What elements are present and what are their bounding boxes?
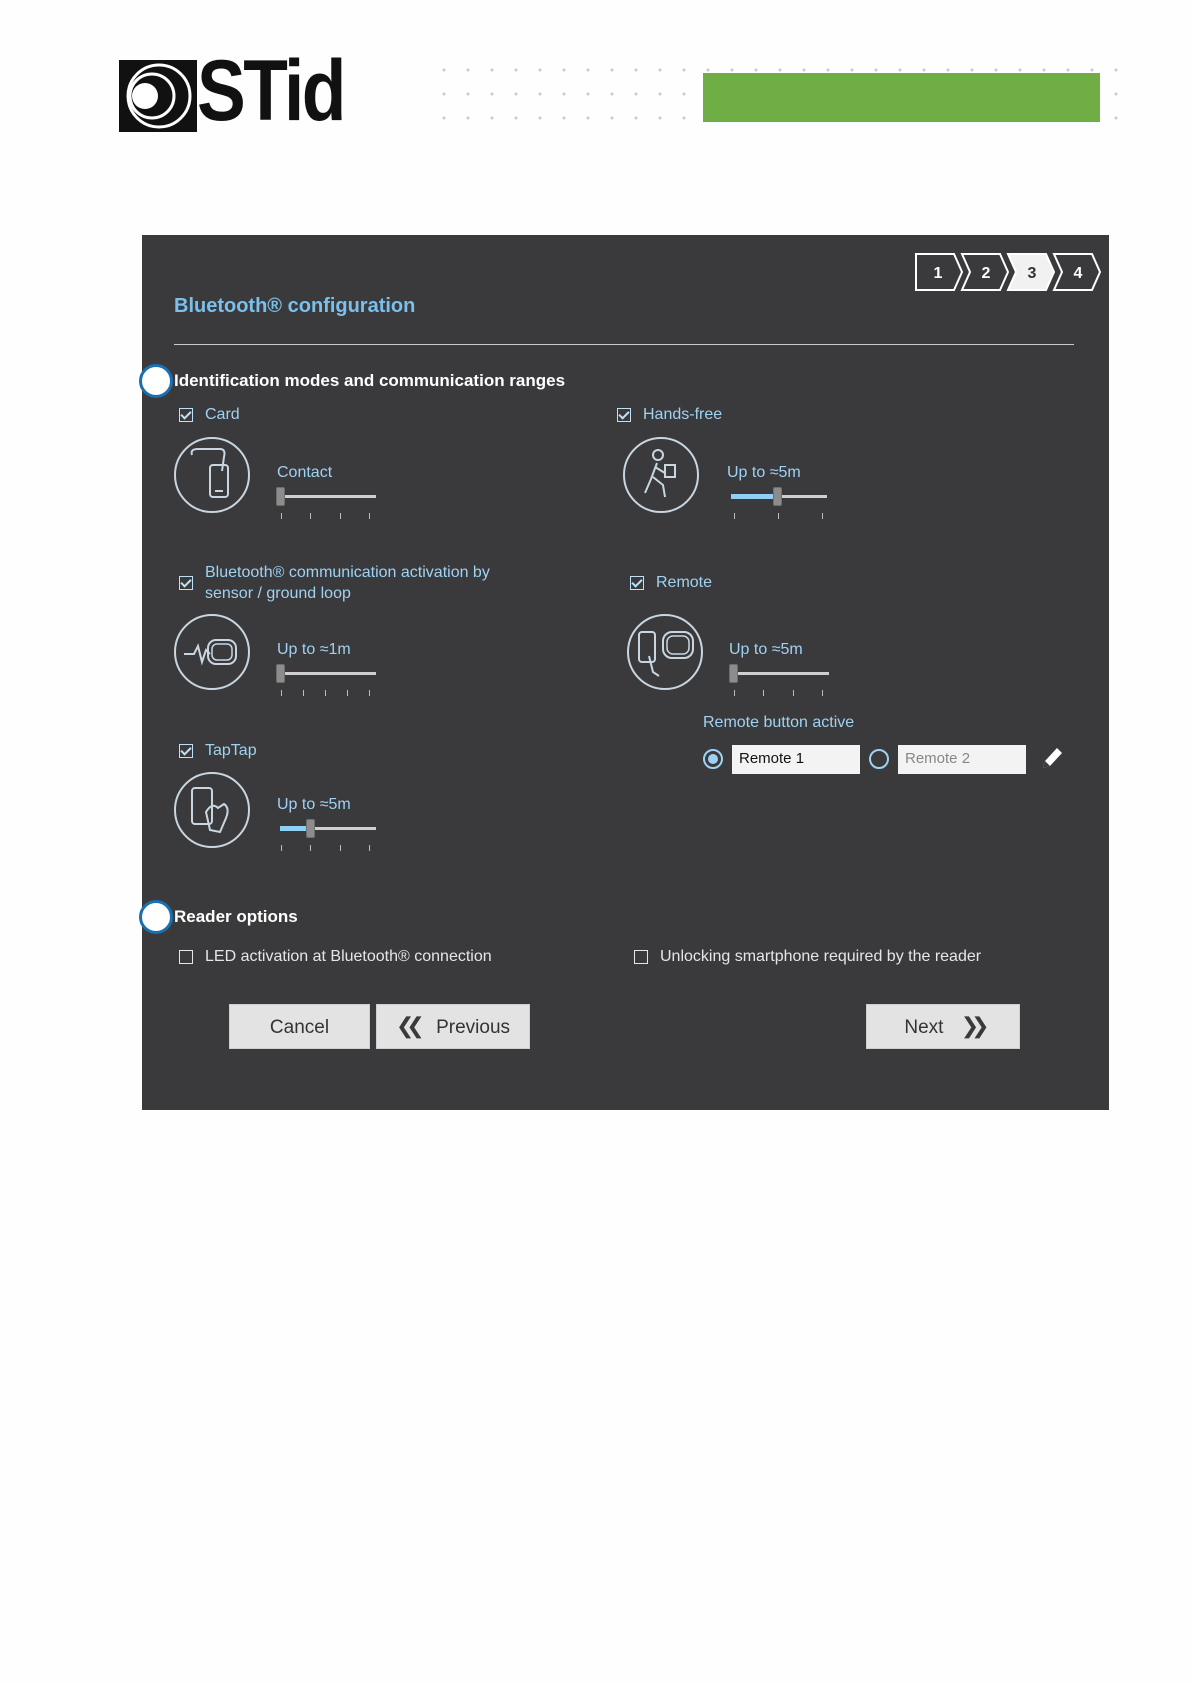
card-range-slider[interactable] — [276, 486, 380, 522]
card-label: Card — [205, 406, 240, 423]
unlock-smartphone-label: Unlocking smartphone required by the rea… — [660, 948, 982, 965]
remote-range-label: Up to ≈5m — [729, 641, 803, 658]
step-1-label: 1 — [934, 265, 943, 282]
section-title-reader-options: Reader options — [174, 907, 298, 926]
sensor-range-slider[interactable] — [276, 663, 380, 699]
section-marker-reader-options — [139, 900, 173, 934]
taptap-range-label: Up to ≈5m — [277, 796, 351, 813]
sensor-label-line1: Bluetooth® communication activation by — [205, 564, 490, 581]
header-accent-bar — [703, 73, 1100, 122]
sensor-label: Bluetooth® communication activation by s… — [205, 563, 535, 605]
remote-phone-icon — [627, 614, 703, 690]
step-2-label: 2 — [982, 265, 991, 282]
stid-logo: STid — [119, 48, 359, 136]
step-3-label: 3 — [1028, 265, 1037, 282]
remote2-radio[interactable] — [869, 749, 889, 769]
cancel-button[interactable]: Cancel — [229, 1004, 370, 1049]
handsfree-range-label: Up to ≈5m — [727, 464, 801, 481]
remote1-radio[interactable] — [703, 749, 723, 769]
card-phone-icon — [174, 437, 250, 513]
led-activation-checkbox[interactable] — [179, 950, 193, 964]
handsfree-range-slider[interactable] — [727, 486, 831, 522]
slider-thumb[interactable] — [306, 819, 315, 838]
slider-thumb[interactable] — [276, 664, 285, 683]
walking-person-icon — [623, 437, 699, 513]
logo-wordmark: STid — [197, 43, 346, 139]
handsfree-label: Hands-free — [643, 406, 723, 423]
page-title: Bluetooth® configuration — [174, 295, 416, 317]
hand-tap-icon — [174, 772, 250, 848]
card-range-label: Contact — [277, 464, 333, 481]
wizard-step-indicator: 1 2 3 4 — [915, 253, 1102, 291]
cancel-button-label: Cancel — [269, 1017, 330, 1038]
unlock-smartphone-checkbox[interactable] — [634, 950, 648, 964]
taptap-label: TapTap — [205, 742, 257, 759]
remote1-name-field[interactable]: Remote 1 — [732, 745, 860, 774]
previous-button-label: Previous — [436, 1017, 511, 1038]
led-activation-label: LED activation at Bluetooth® connection — [205, 948, 492, 965]
remote-button-active-label: Remote button active — [703, 714, 855, 731]
taptap-range-slider[interactable] — [276, 818, 380, 854]
double-chevron-right-icon: ❯❯ — [960, 1014, 990, 1039]
previous-button[interactable]: ❮❮ Previous — [376, 1004, 530, 1049]
remote-checkbox[interactable] — [630, 576, 644, 590]
taptap-checkbox[interactable] — [179, 744, 193, 758]
remote2-name-field[interactable]: Remote 2 — [898, 745, 1026, 774]
next-button-label: Next — [904, 1017, 944, 1038]
double-chevron-left-icon: ❮❮ — [395, 1014, 425, 1039]
stid-logo-mark — [119, 60, 197, 132]
card-checkbox[interactable] — [179, 408, 193, 422]
handsfree-checkbox[interactable] — [617, 408, 631, 422]
slider-thumb[interactable] — [276, 487, 285, 506]
remote-range-slider[interactable] — [729, 663, 833, 699]
sensor-label-line2: sensor / ground loop — [205, 584, 351, 602]
next-button[interactable]: Next ❯❯ — [866, 1004, 1020, 1049]
sensor-range-label: Up to ≈1m — [277, 641, 351, 658]
step-4-label: 4 — [1074, 265, 1083, 282]
section-title-identification: Identification modes and communication r… — [174, 371, 566, 390]
title-divider — [174, 344, 1074, 345]
slider-thumb[interactable] — [773, 487, 782, 506]
sensor-checkbox[interactable] — [179, 576, 193, 590]
sensor-wave-icon — [174, 614, 250, 690]
slider-thumb[interactable] — [729, 664, 738, 683]
edit-pencil-icon[interactable] — [1039, 744, 1065, 772]
section-marker-identification — [139, 364, 173, 398]
bluetooth-config-panel: 1 2 3 4 Bluetooth® configuration Identif… — [139, 235, 1109, 1110]
remote-label: Remote — [656, 574, 713, 591]
